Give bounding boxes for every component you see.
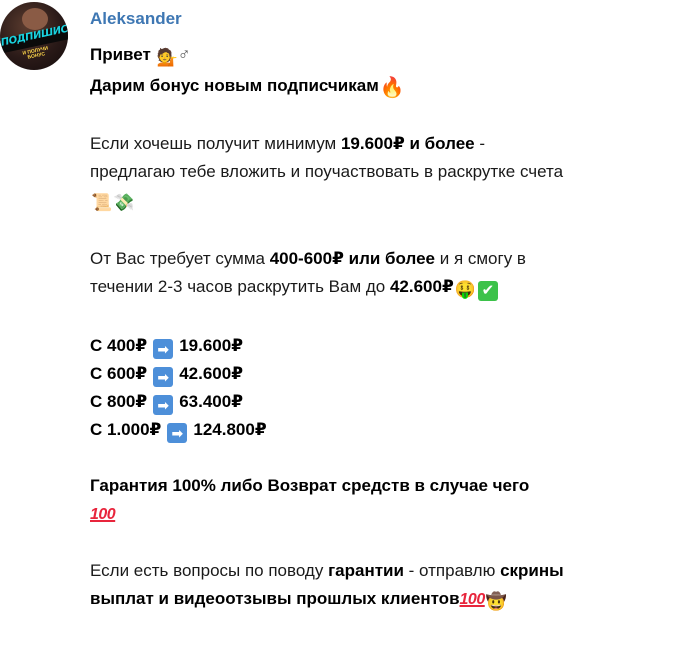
arrow-right-icon: ➡ (153, 395, 174, 415)
bonus-line: Дарим бонус новым подписчикам🔥 (90, 72, 665, 102)
paragraph-3-line-1: Если есть вопросы по поводу гарантии - о… (90, 557, 665, 585)
sender-name[interactable]: Aleksander (90, 9, 182, 29)
scroll-icon: 📜 (91, 193, 113, 212)
p1-text-line2: предлагаю тебе вложить и поучаствовать в… (90, 162, 564, 181)
arrow-right-icon: ➡ (167, 423, 188, 443)
paragraph-1-line-1: Если хочешь получит минимум 19.600₽ и бо… (90, 130, 665, 158)
rate-to: 63.400₽ (179, 392, 244, 411)
bonus-text: Дарим бонус новым подписчикам (90, 76, 379, 95)
paragraph-1-line-3: 📜💸 (90, 186, 665, 217)
sender-avatar[interactable]: ПОДПИШИСЬ И ПОЛУЧИ БОНУС (0, 2, 68, 70)
rate-from: С 1.000₽ (90, 420, 162, 439)
rate-to: 124.800₽ (193, 420, 267, 439)
arrow-right-icon: ➡ (153, 339, 174, 359)
paragraph-2-line-2: течении 2-3 часов раскрутить Вам до 42.6… (90, 273, 665, 304)
arrow-right-icon: ➡ (153, 367, 174, 387)
p3-screens: скрины (500, 561, 564, 580)
rate-row: С 1.000₽ ➡ 124.800₽ (90, 416, 665, 444)
p1-text-c: - (474, 134, 486, 153)
hundred-points-icon: 100 (90, 506, 116, 523)
hundred-points-icon: 100 (459, 591, 486, 608)
guarantee-text: Гарантия 100% либо Возврат средств в слу… (90, 476, 530, 495)
p2-text-line2: течении 2-3 часов раскрутить Вам до (90, 277, 390, 296)
greeting-line: Привет 💁♂ (90, 41, 665, 72)
woman-icon: 💁 (156, 48, 178, 67)
paragraph-3-line-2: выплат и видеоотзывы прошлых клиентов100… (90, 585, 665, 616)
money-face-icon: 🤑 (454, 280, 476, 299)
fire-icon: 🔥 (379, 77, 405, 99)
avatar-face (22, 8, 48, 30)
check-icon: ✔ (477, 281, 498, 301)
p2-target-amount: 42.600₽ (389, 277, 454, 296)
rate-from: С 600₽ (90, 364, 148, 383)
p2-text-c: и я смогу в (435, 249, 526, 268)
p3-guarantee: гарантии (328, 561, 404, 580)
rate-to: 19.600₽ (179, 336, 244, 355)
rate-to: 42.600₽ (179, 364, 244, 383)
guarantee-line: Гарантия 100% либо Возврат средств в слу… (90, 472, 665, 500)
p3-text-line2: выплат и видеоотзывы прошлых клиентов (90, 589, 460, 608)
rate-row: С 400₽ ➡ 19.600₽ (90, 332, 665, 360)
greeting-text: Привет (90, 45, 151, 64)
rate-row: С 600₽ ➡ 42.600₽ (90, 360, 665, 388)
p1-amount: 19.600₽ и более (340, 134, 475, 153)
p3-text-c: - отправлю (403, 561, 501, 580)
rate-from: С 800₽ (90, 392, 148, 411)
cowboy-icon: 🤠 (485, 592, 507, 611)
p1-text-a: Если хочешь получит минимум (90, 134, 341, 153)
p3-text-a: Если есть вопросы по поводу (90, 561, 329, 580)
paragraph-1-line-2: предлагаю тебе вложить и поучаствовать в… (90, 158, 665, 186)
paragraph-2-line-1: От Вас требует сумма 400-600₽ или более … (90, 245, 665, 273)
message-body: Привет 💁♂ Дарим бонус новым подписчикам🔥… (90, 41, 665, 616)
rate-row: С 800₽ ➡ 63.400₽ (90, 388, 665, 416)
rate-from: С 400₽ (90, 336, 148, 355)
guarantee-emoji-line: 100 (90, 500, 665, 529)
p2-text-a: От Вас требует сумма (90, 249, 270, 268)
male-sign-icon: ♂ (177, 45, 191, 64)
p2-amount: 400-600₽ или более (269, 249, 435, 268)
money-wings-icon: 💸 (113, 193, 135, 212)
